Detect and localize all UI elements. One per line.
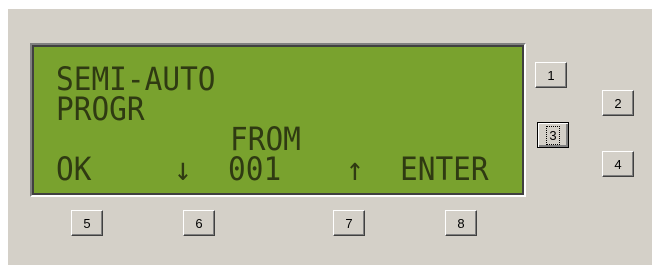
button-5[interactable]: 5 — [71, 210, 103, 236]
lcd-softkey-enter: ENTER — [400, 150, 489, 188]
lcd-softkey-ok: OK — [56, 150, 92, 188]
lcd-softkey-down-arrow-icon: ↓ — [174, 150, 192, 188]
lcd-line-program: PROGR — [56, 90, 145, 128]
button-2-label: 2 — [614, 95, 622, 111]
button-6[interactable]: 6 — [183, 210, 215, 236]
button-4[interactable]: 4 — [602, 151, 634, 177]
button-2[interactable]: 2 — [602, 90, 634, 116]
lcd-display: SEMI-AUTO PROGR FROM OK ↓ 001 ↑ ENTER — [34, 47, 522, 193]
lcd-softkey-up-arrow-icon: ↑ — [346, 150, 364, 188]
button-1-label: 1 — [547, 67, 555, 83]
button-7[interactable]: 7 — [333, 210, 365, 236]
button-7-label: 7 — [345, 215, 353, 231]
button-5-label: 5 — [83, 215, 91, 231]
button-3[interactable]: 3 — [537, 122, 569, 148]
button-8-label: 8 — [457, 215, 465, 231]
button-3-label: 3 — [546, 125, 560, 145]
button-1[interactable]: 1 — [535, 62, 567, 88]
button-6-label: 6 — [195, 215, 203, 231]
lcd-display-frame: SEMI-AUTO PROGR FROM OK ↓ 001 ↑ ENTER — [30, 43, 526, 197]
button-8[interactable]: 8 — [445, 210, 477, 236]
button-4-label: 4 — [614, 156, 622, 172]
control-panel: SEMI-AUTO PROGR FROM OK ↓ 001 ↑ ENTER 1 … — [8, 9, 652, 265]
lcd-value-field: 001 — [228, 150, 282, 188]
